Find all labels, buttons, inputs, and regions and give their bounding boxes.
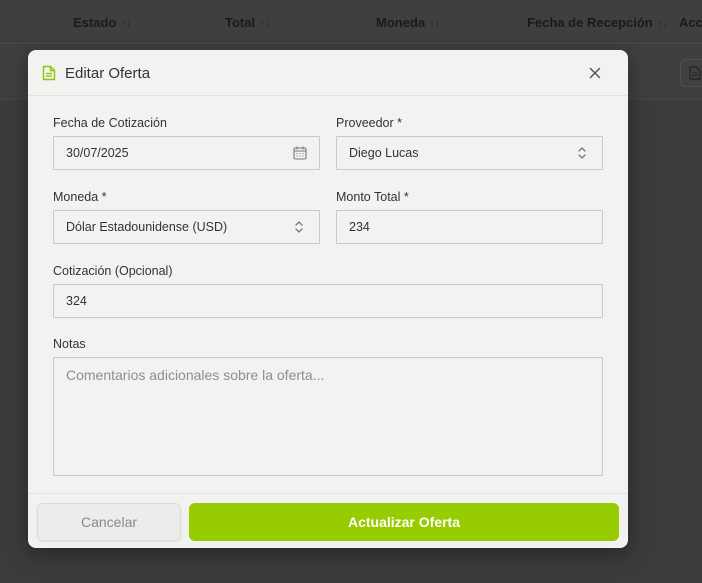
close-button[interactable]	[586, 64, 604, 82]
column-header-fecha-recepcion[interactable]: Fecha de Recepción ↑↓	[527, 15, 668, 30]
sort-icon[interactable]: ↑↓	[657, 18, 668, 30]
fecha-cotizacion-label: Fecha de Cotización	[53, 116, 167, 130]
chevron-updown-icon	[578, 147, 586, 159]
column-header-total[interactable]: Total ↑↓	[225, 15, 270, 30]
calendar-icon[interactable]	[293, 146, 307, 160]
moneda-select[interactable]: Dólar Estadounidense (USD)	[53, 210, 320, 244]
sort-icon[interactable]: ↑↓	[120, 18, 131, 30]
cancel-button[interactable]: Cancelar	[37, 503, 181, 541]
monto-total-label: Monto Total *	[336, 190, 409, 204]
sort-icon[interactable]: ↑↓	[259, 18, 270, 30]
table-header: Estado ↑↓ Total ↑↓ Moneda ↑↓ Fecha de Recep…	[0, 0, 702, 44]
document-icon	[42, 65, 56, 81]
proveedor-select[interactable]: Diego Lucas	[336, 136, 603, 170]
modal-title: Editar Oferta	[65, 65, 151, 82]
edit-offer-modal: Editar Oferta Fecha de Cotización 30/07/…	[28, 50, 628, 548]
cotizacion-input[interactable]: 324	[53, 284, 603, 318]
column-header-moneda[interactable]: Moneda ↑↓	[376, 15, 440, 30]
view-document-button[interactable]	[680, 59, 702, 87]
column-header-acciones: Acc	[679, 15, 702, 30]
proveedor-label: Proveedor *	[336, 116, 403, 130]
moneda-label: Moneda *	[53, 190, 107, 204]
modal-header: Editar Oferta	[28, 50, 628, 96]
modal-footer: Cancelar Actualizar Oferta	[28, 493, 628, 548]
chevron-updown-icon	[295, 221, 303, 233]
notas-label: Notas	[53, 337, 86, 351]
notas-textarea[interactable]	[53, 357, 603, 476]
document-icon	[689, 66, 701, 80]
cotizacion-label: Cotización (Opcional)	[53, 264, 173, 278]
column-header-estado[interactable]: Estado ↑↓	[73, 15, 131, 30]
monto-total-input[interactable]: 234	[336, 210, 603, 244]
close-icon	[589, 67, 601, 79]
update-offer-button[interactable]: Actualizar Oferta	[189, 503, 619, 541]
sort-icon[interactable]: ↑↓	[429, 18, 440, 30]
fecha-cotizacion-input[interactable]: 30/07/2025	[53, 136, 320, 170]
